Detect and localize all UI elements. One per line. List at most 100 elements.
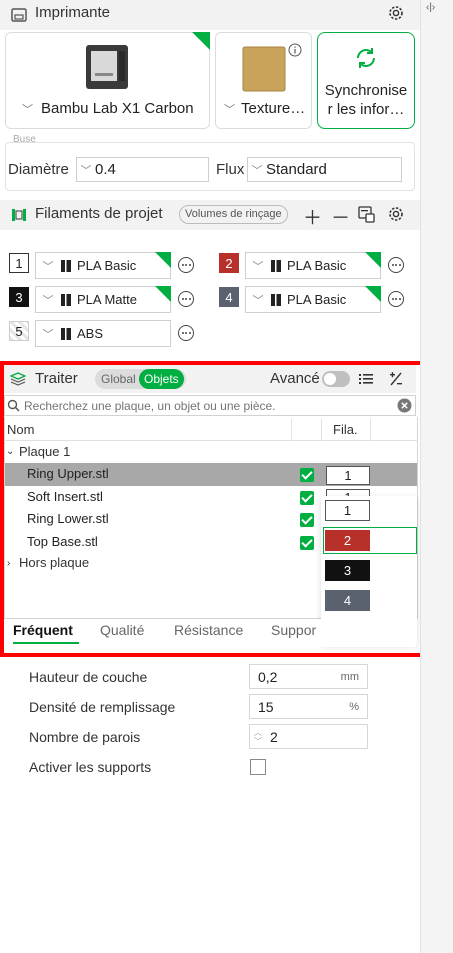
object-row[interactable]: Ring Lower.stl	[27, 511, 109, 526]
filament-select[interactable]: ﹀ PLA Basic	[245, 286, 381, 313]
layer-height-input[interactable]: 0,2 mm	[249, 664, 368, 689]
plate-name: Texture…	[241, 100, 306, 117]
settings-tab[interactable]: Résistance	[174, 622, 243, 638]
printer-card[interactable]: ﹀ Bambu Lab X1 Carbon	[5, 32, 210, 129]
chevron-down-icon: ﹀	[251, 164, 263, 177]
filament-name: ABS	[77, 326, 104, 341]
expand-chevron-icon[interactable]: ›	[7, 558, 10, 569]
dropdown-option-filament[interactable]: 4	[325, 590, 370, 611]
filament-type-icon	[61, 327, 71, 340]
filament-select[interactable]: ﹀ PLA Matte	[35, 286, 171, 313]
sync-ams-icon[interactable]	[357, 205, 375, 223]
chevron-down-icon: ﹀	[80, 164, 92, 177]
layer-height-unit: mm	[340, 670, 359, 683]
object-row[interactable]: Ring Upper.stl	[27, 466, 109, 481]
filament-select[interactable]: ﹀ PLA Basic	[245, 252, 381, 279]
settings-tab[interactable]: Suppor	[271, 622, 316, 638]
collapse-chevron-icon[interactable]: ⌄	[6, 446, 14, 457]
layer-height-label: Hauteur de couche	[29, 669, 148, 685]
column-name-header: Nom	[7, 422, 35, 437]
viewport-edge: ‹|›	[420, 0, 453, 953]
gear-icon[interactable]	[387, 205, 405, 223]
remove-filament-button[interactable]: －	[331, 203, 350, 230]
filament-slot-number[interactable]: 5	[9, 321, 29, 341]
object-row[interactable]: Soft Insert.stl	[27, 489, 103, 504]
compare-presets-icon[interactable]	[388, 371, 404, 387]
search-input[interactable]	[24, 397, 386, 414]
chevron-down-icon[interactable]: ﹀	[224, 101, 235, 117]
wall-loops-spinner[interactable]: ︿ ﹀ 2	[249, 724, 368, 749]
filaments-title: Filaments de projet	[35, 205, 163, 222]
filament-select[interactable]: ﹀ PLA Basic	[35, 252, 171, 279]
textured-plate-image	[242, 46, 286, 95]
process-title: Traiter	[35, 370, 78, 387]
printer-header: Imprimante	[0, 0, 420, 30]
chevron-down-icon: ﹀	[252, 294, 264, 307]
enable-supports-label: Activer les supports	[29, 759, 152, 775]
info-icon[interactable]	[288, 43, 302, 60]
settings-tab[interactable]: Qualité	[100, 622, 144, 638]
column-divider	[321, 419, 322, 441]
filaments-header: Filaments de projet Volumes de rinçage ＋…	[0, 200, 420, 230]
object-row[interactable]: Top Base.stl	[27, 534, 98, 549]
add-filament-button[interactable]: ＋	[303, 203, 322, 230]
infill-density-value: 15	[258, 698, 274, 715]
filament-slot-number[interactable]: 4	[219, 287, 239, 307]
more-options-icon[interactable]	[178, 291, 194, 307]
printer-section-title: Imprimante	[35, 4, 111, 21]
enable-supports-checkbox[interactable]	[250, 759, 266, 775]
sync-button[interactable]: Synchronise r les infor…	[317, 32, 415, 129]
toggle-objects[interactable]: Objets	[139, 369, 184, 389]
plate-row[interactable]: Plaque 1	[19, 444, 70, 459]
infill-density-label: Densité de remplissage	[29, 699, 176, 715]
switch-knob	[324, 373, 336, 385]
dropdown-option-filament[interactable]: 3	[325, 560, 370, 581]
more-options-icon[interactable]	[388, 291, 404, 307]
object-visible-checkbox[interactable]	[300, 468, 314, 482]
filament-slot-number[interactable]: 3	[9, 287, 29, 307]
collapse-panel-icon[interactable]: ‹|›	[426, 2, 435, 13]
sync-icon	[354, 46, 378, 73]
infill-density-input[interactable]: 15 %	[249, 694, 368, 719]
filament-slot-number[interactable]: 1	[9, 253, 29, 273]
clear-search-icon[interactable]	[397, 398, 412, 413]
list-icon[interactable]	[358, 371, 374, 387]
filament-type-icon	[61, 293, 71, 306]
chevron-down-icon: ﹀	[42, 294, 54, 307]
spinner-arrows-icon[interactable]: ︿ ﹀	[254, 728, 262, 746]
diameter-value: 0.4	[95, 161, 116, 178]
object-filament-select[interactable]: 1	[326, 466, 370, 485]
off-plate-row[interactable]: Hors plaque	[19, 555, 89, 570]
toggle-global[interactable]: Global	[101, 372, 136, 386]
advanced-switch[interactable]	[322, 371, 350, 387]
filament-type-icon	[61, 259, 71, 272]
more-options-icon[interactable]	[388, 257, 404, 273]
object-visible-checkbox[interactable]	[300, 513, 314, 527]
chevron-down-icon: ﹀	[42, 328, 54, 341]
layers-icon	[10, 371, 26, 387]
filament-select[interactable]: ﹀ ABS	[35, 320, 171, 347]
diameter-select[interactable]: ﹀ 0.4	[76, 157, 209, 182]
flow-value: Standard	[266, 161, 327, 178]
flow-select[interactable]: ﹀ Standard	[247, 157, 402, 182]
dropdown-option-filament[interactable]: 1	[325, 500, 370, 521]
wall-loops-label: Nombre de parois	[29, 729, 141, 745]
gear-icon[interactable]	[387, 4, 405, 22]
filament-name: PLA Basic	[77, 258, 137, 273]
column-fila-header: Fila.	[333, 422, 358, 437]
plate-type-card[interactable]: ﹀ Texture…	[215, 32, 312, 129]
more-options-icon[interactable]	[178, 325, 194, 341]
sync-label-line-1: Synchronise	[324, 82, 408, 99]
object-visible-checkbox[interactable]	[300, 490, 314, 505]
ams-mapped-marker	[365, 252, 381, 268]
object-visible-checkbox[interactable]	[300, 535, 314, 550]
printer-icon	[10, 6, 28, 24]
chevron-down-icon: ﹀	[252, 260, 264, 273]
chevron-down-icon[interactable]: ﹀	[22, 101, 33, 117]
settings-tab[interactable]: Fréquent	[13, 622, 73, 638]
more-options-icon[interactable]	[178, 257, 194, 273]
printer-name: Bambu Lab X1 Carbon	[41, 100, 194, 117]
dropdown-option-filament[interactable]: 2	[325, 530, 370, 551]
filament-slot-number[interactable]: 2	[219, 253, 239, 273]
flush-volumes-button[interactable]: Volumes de rinçage	[179, 205, 288, 224]
